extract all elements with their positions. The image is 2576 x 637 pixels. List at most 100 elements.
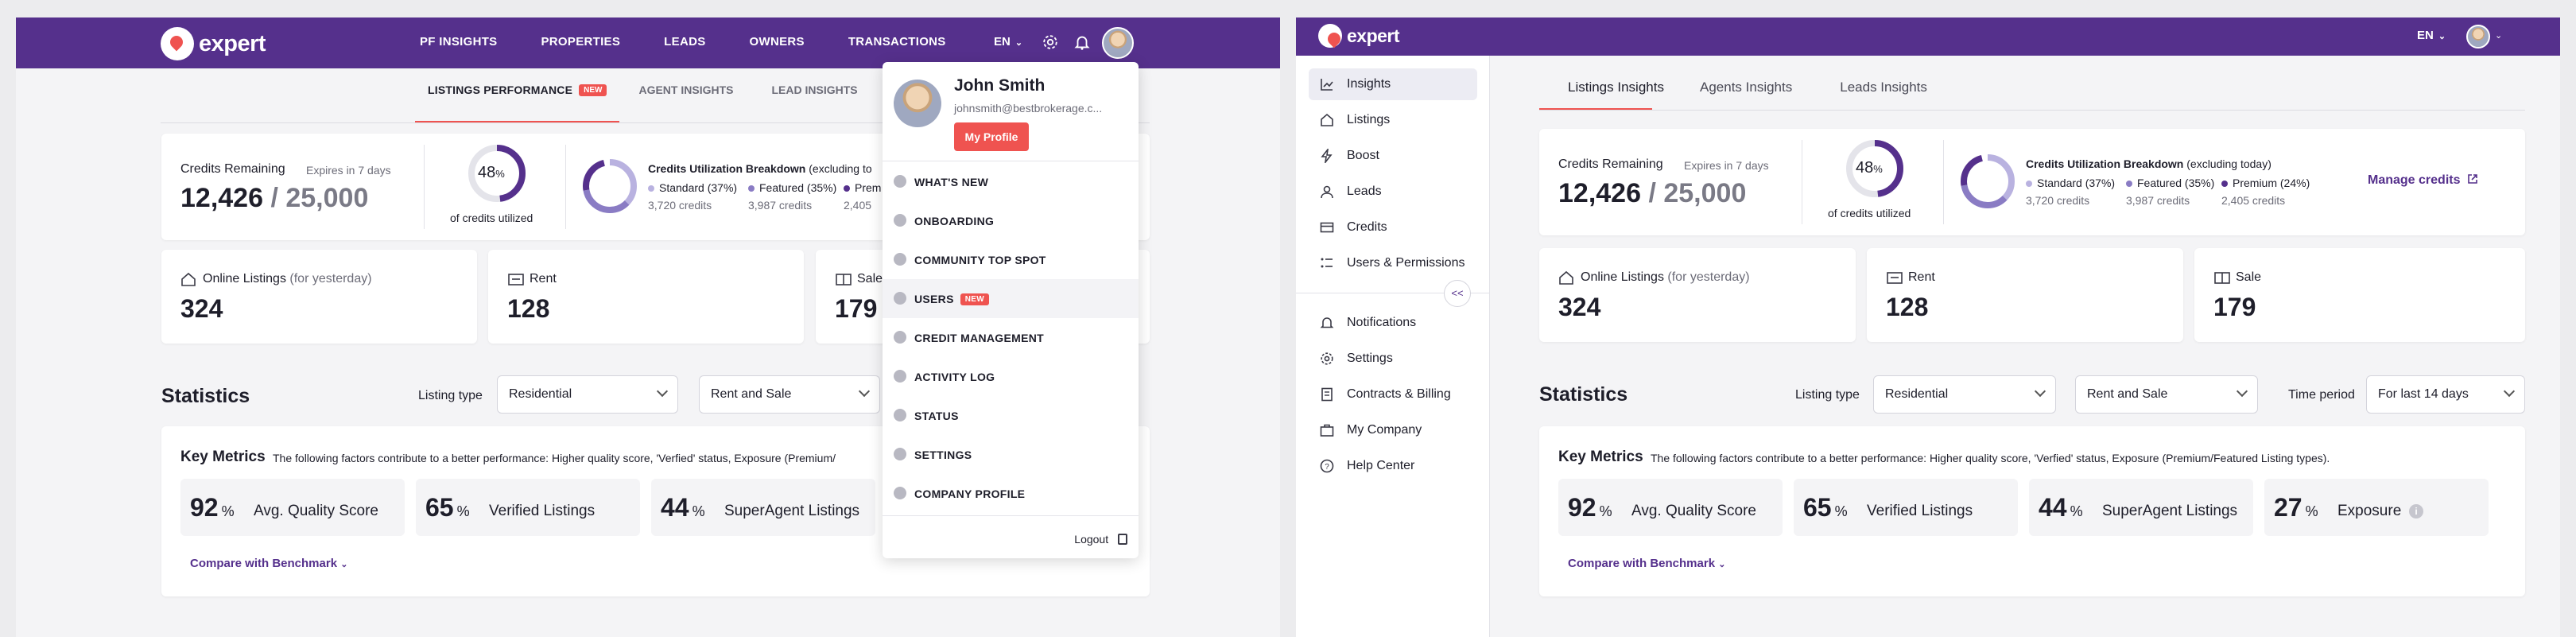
sidebar-item-users-permissions[interactable]: Users & Permissions <box>1309 247 1477 279</box>
featured-credits: 3,987 credits <box>748 199 813 212</box>
sub-tabs: Listings Insights Agents Insights Leads … <box>1539 80 1927 111</box>
briefcase-icon <box>1320 424 1334 437</box>
activity-log-icon <box>894 370 906 383</box>
menu-settings[interactable]: SETTINGS <box>883 435 1139 474</box>
logout-icon <box>1118 534 1127 545</box>
bolt-icon <box>1321 149 1333 163</box>
key-metrics-card: Key Metrics The following factors contri… <box>1539 426 2525 596</box>
info-icon[interactable]: i <box>2409 504 2423 519</box>
sidebar-item-help-center[interactable]: ? Help Center <box>1309 450 1477 482</box>
online-listings-label: Online Listings (for yesterday) <box>1581 270 1750 284</box>
status-icon <box>894 409 906 421</box>
sub-tabs: LISTINGS PERFORMANCE NEW AGENT INSIGHTS L… <box>415 78 877 123</box>
nav-leads[interactable]: LEADS <box>664 35 705 49</box>
nav-properties[interactable]: PROPERTIES <box>541 35 620 49</box>
rent-value: 128 <box>507 294 550 323</box>
logo[interactable]: expert <box>161 27 266 60</box>
tab-listings-performance[interactable]: LISTINGS PERFORMANCE NEW <box>415 78 620 123</box>
rent-label: Rent <box>530 272 557 285</box>
menu-activity-log[interactable]: ACTIVITY LOG <box>883 357 1139 396</box>
premium-legend: Prem <box>844 181 881 194</box>
rent-sale-select[interactable]: Rent and Sale <box>2075 375 2258 414</box>
whats-new-icon <box>894 175 906 188</box>
compare-benchmark-link[interactable]: Compare with Benchmark ⌄ <box>190 557 347 570</box>
settings-icon[interactable] <box>1042 33 1059 51</box>
collapse-sidebar-button[interactable]: << <box>1444 280 1471 307</box>
menu-community-top-spot[interactable]: COMMUNITY TOP SPOT <box>883 240 1139 279</box>
sidebar-item-settings[interactable]: Settings <box>1309 343 1477 375</box>
listing-type-select[interactable]: Residential <box>497 375 678 414</box>
divider <box>883 515 1139 516</box>
sidebar-item-insights[interactable]: Insights <box>1309 68 1477 100</box>
tab-agent-insights[interactable]: AGENT INSIGHTS <box>619 78 752 122</box>
language-selector[interactable]: EN ⌄ <box>994 35 1022 49</box>
rent-sale-value: Rent and Sale <box>2087 387 2168 401</box>
metric-verified-listings: 65% Verified Listings <box>1794 479 2018 536</box>
community-icon <box>894 253 906 266</box>
rent-icon <box>508 274 524 285</box>
nav-pf-insights[interactable]: PF INSIGHTS <box>420 35 497 49</box>
home-icon <box>1559 270 1573 285</box>
profile-email: johnsmith@bestbrokerage.c... <box>954 102 1103 115</box>
statistics-title: Statistics <box>161 385 250 407</box>
menu-onboarding[interactable]: ONBOARDING <box>883 201 1139 240</box>
tab-lead-insights[interactable]: LEAD INSIGHTS <box>752 78 876 122</box>
tab-leads-insights[interactable]: Leads Insights <box>1840 80 1927 95</box>
sidebar: Insights Listings Boost Leads Credits Us… <box>1296 56 1490 637</box>
featured-legend: Featured (35%) <box>748 181 836 194</box>
menu-credit-management[interactable]: CREDIT MANAGEMENT <box>883 318 1139 357</box>
manage-credits-link[interactable]: Manage credits <box>2368 173 2478 188</box>
sidebar-item-notifications[interactable]: Notifications <box>1309 307 1477 339</box>
tab-listings-insights[interactable]: Listings Insights <box>1539 80 1664 111</box>
breakdown-title: Credits Utilization Breakdown (excluding… <box>2026 157 2271 170</box>
sale-icon <box>836 274 852 285</box>
featured-legend: Featured (35%) <box>2126 177 2214 189</box>
divider <box>424 145 425 229</box>
nav-owners[interactable]: OWNERS <box>750 35 805 49</box>
chevron-down-icon[interactable]: ⌄ <box>2495 30 2502 41</box>
chart-icon <box>1321 79 1333 91</box>
divider <box>1943 140 1944 224</box>
time-period-select[interactable]: For last 14 days <box>2366 375 2525 414</box>
avatar[interactable] <box>1102 27 1134 59</box>
profile-dropdown: John Smith johnsmith@bestbrokerage.c... … <box>883 62 1139 558</box>
bell-icon[interactable] <box>1073 33 1091 51</box>
menu-users[interactable]: USERS NEW <box>883 279 1139 318</box>
new-badge: NEW <box>579 84 607 96</box>
chevron-down-icon <box>2236 385 2248 398</box>
credits-percent: 48% <box>1856 159 1883 177</box>
tab-agents-insights[interactable]: Agents Insights <box>1700 80 1792 95</box>
language-label: EN <box>2417 29 2434 42</box>
standard-legend: Standard (37%) <box>2026 177 2115 189</box>
language-selector[interactable]: EN ⌄ <box>2417 29 2446 42</box>
avatar[interactable] <box>2466 25 2490 49</box>
credits-remaining: 12,426 <box>1558 178 1641 208</box>
premium-credits: 2,405 credits <box>2221 194 2286 207</box>
sidebar-item-boost[interactable]: Boost <box>1309 140 1477 172</box>
menu-whats-new[interactable]: WHAT'S NEW <box>883 162 1139 201</box>
credits-separator: / <box>270 183 278 213</box>
menu-company-profile[interactable]: COMPANY PROFILE <box>883 474 1139 513</box>
home-icon <box>1321 113 1333 126</box>
nav-transactions[interactable]: TRANSACTIONS <box>848 35 946 49</box>
compare-benchmark-link[interactable]: Compare with Benchmark ⌄ <box>1568 557 1725 570</box>
sidebar-item-listings[interactable]: Listings <box>1309 104 1477 136</box>
listing-type-select[interactable]: Residential <box>1873 375 2056 414</box>
sidebar-item-leads[interactable]: Leads <box>1309 176 1477 208</box>
rent-label: Rent <box>1908 270 1935 284</box>
new-badge: NEW <box>960 293 989 305</box>
bell-icon <box>1320 317 1334 328</box>
my-profile-button[interactable]: My Profile <box>954 122 1029 151</box>
menu-status[interactable]: STATUS <box>883 396 1139 435</box>
sidebar-item-contracts-billing[interactable]: Contracts & Billing <box>1309 379 1477 410</box>
logo[interactable]: expert <box>1318 24 1400 48</box>
rent-sale-select[interactable]: Rent and Sale <box>699 375 880 414</box>
sidebar-item-credits[interactable]: Credits <box>1309 212 1477 243</box>
credits-total: 25,000 <box>1663 178 1747 208</box>
sidebar-item-my-company[interactable]: My Company <box>1309 414 1477 446</box>
metric-superagent-listings: 44% SuperAgent Listings <box>651 479 875 536</box>
metric-exposure: 27% Exposure i <box>2264 479 2489 536</box>
logout-button[interactable]: Logout <box>1074 533 1127 546</box>
credits-value: 12,426 / 25,000 <box>1558 178 1746 209</box>
card-icon <box>1320 222 1334 233</box>
